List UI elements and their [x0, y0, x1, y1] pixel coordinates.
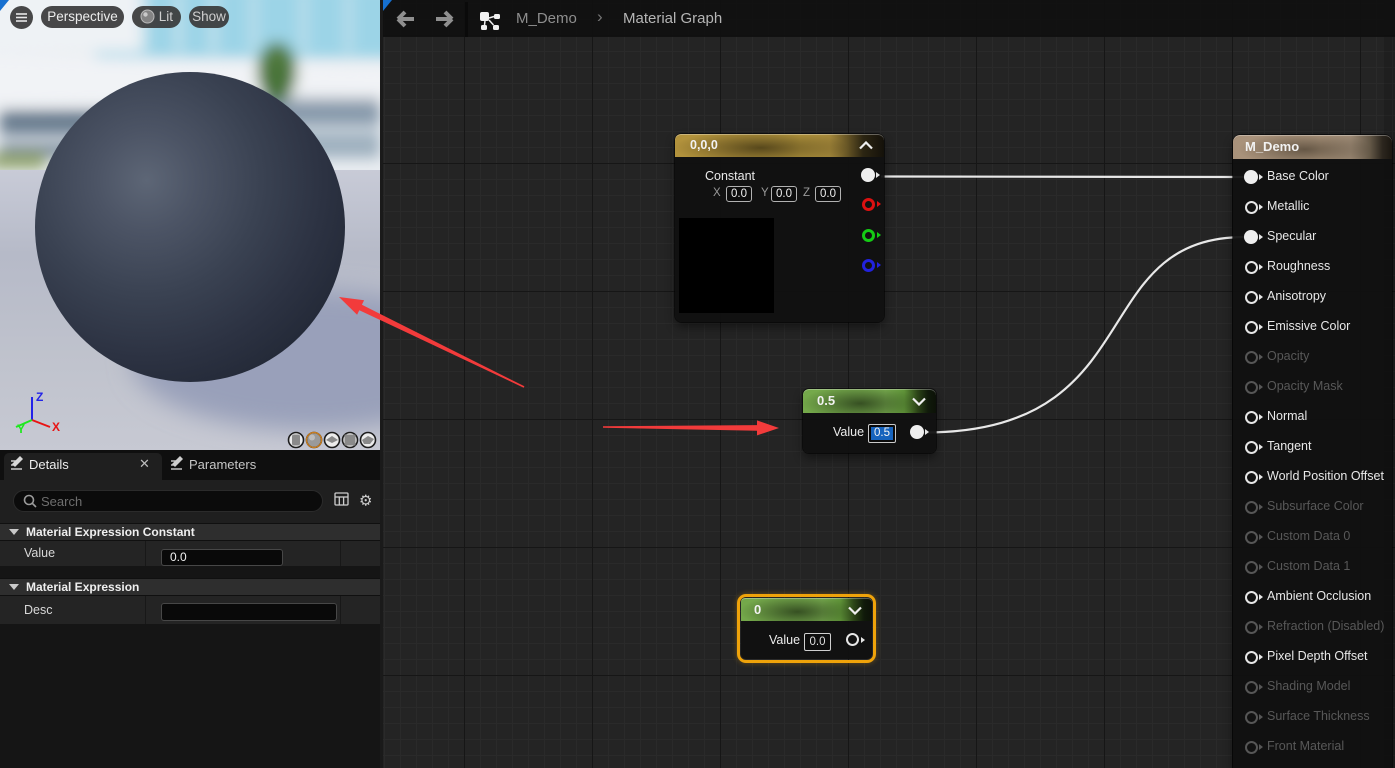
- svg-text:Z: Z: [36, 390, 43, 404]
- svg-text:Y: Y: [17, 422, 25, 436]
- svg-text:⚙: ⚙: [359, 493, 372, 510]
- svg-text:X: X: [52, 420, 60, 434]
